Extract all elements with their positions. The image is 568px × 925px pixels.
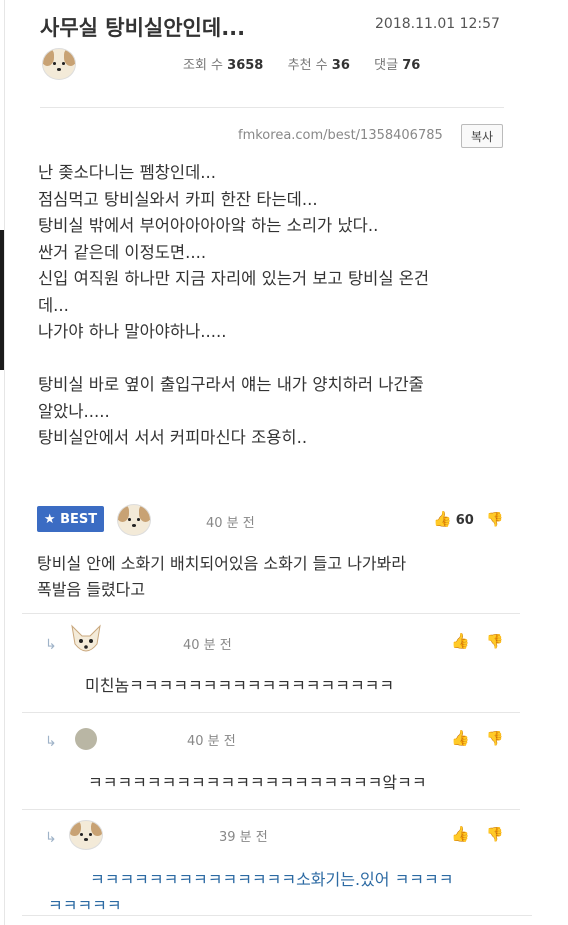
best-like-count: 60 [455, 513, 474, 528]
post-body: 난 좆소다니는 펨창인데... 점심먹고 탕비실와서 카피 한잔 타는데... … [38, 160, 508, 452]
post-url[interactable]: fmkorea.com/best/1358406785 [238, 128, 443, 143]
thumb-up-icon[interactable]: 👍 [451, 729, 470, 747]
body-line: 난 좆소다니는 펨창인데... [38, 163, 217, 182]
thumb-up-icon[interactable]: 👍 [451, 632, 470, 650]
post-date: 2018.11.01 12:57 [375, 16, 500, 32]
views-count: 3658 [227, 58, 264, 73]
thumb-down-icon[interactable]: 👎 [486, 827, 503, 843]
recommend-label: 추천 수 [287, 58, 328, 73]
body-line: 탕비실 바로 옆이 출입구라서 얘는 내가 양치하러 나간줄 [38, 375, 424, 394]
comments-count: 76 [402, 58, 421, 73]
thumb-down-icon[interactable]: 👎 [486, 634, 503, 650]
best-comment-line: 폭발음 들렸다고 [37, 580, 146, 599]
thumb-down-icon[interactable]: 👎 [486, 512, 503, 528]
copy-url-button[interactable]: 복사 [461, 124, 503, 148]
best-badge: ★ BEST [37, 506, 104, 532]
thumb-up-icon: 👍 [433, 510, 452, 528]
post-title: 사무실 탕비실안인데... [40, 16, 246, 40]
best-comment-line: 탕비실 안에 소화기 배치되어있음 소화기 들고 나가봐라 [37, 554, 407, 573]
best-comment-avatar[interactable] [117, 504, 151, 536]
thumb-down-icon[interactable]: 👎 [486, 731, 503, 747]
reply-arrow-icon: ↳ [45, 637, 57, 653]
body-line: 탕비실안에서 서서 커피마신다 조용히.. [38, 428, 308, 447]
comment-divider [22, 712, 520, 713]
reply-arrow-icon: ↳ [45, 734, 57, 750]
reply-avatar[interactable] [75, 728, 97, 750]
body-line: 탕비실 밖에서 부어아아아아앜 하는 소리가 났다.. [38, 216, 379, 235]
reply-avatar[interactable] [69, 624, 103, 658]
body-line-blank [38, 346, 508, 373]
recommend-count: 36 [331, 58, 350, 73]
body-line: 데... [38, 295, 69, 315]
comment-divider [22, 613, 520, 614]
reply-avatar[interactable] [69, 820, 103, 850]
body-line: 알았나..... [38, 401, 110, 421]
post-stats: 조회 수 3658 추천 수 36 댓글 76 [183, 54, 420, 73]
reply-time: 40 분 전 [187, 734, 236, 749]
left-border [4, 0, 5, 925]
body-line: 신입 여직원 하나만 지금 자리에 있는거 보고 탕비실 온건 [38, 269, 430, 288]
body-line: 나가야 하나 말아야하나..... [38, 322, 227, 341]
reply-text: ㅋㅋㅋㅋㅋㅋㅋㅋㅋㅋㅋㅋㅋㅋ소화기는.있어 ㅋㅋㅋㅋ ㅋㅋㅋㅋㅋ [48, 867, 518, 919]
views-label: 조회 수 [183, 58, 224, 73]
left-edge-bar [0, 230, 4, 370]
bottom-divider [22, 915, 532, 916]
best-comment-time: 40 분 전 [206, 516, 255, 531]
header-divider [40, 107, 504, 108]
reply-arrow-icon: ↳ [45, 830, 57, 846]
thumb-up-icon[interactable]: 👍 [451, 825, 470, 843]
comments-label: 댓글 [374, 58, 399, 73]
body-line: 싼거 같은데 이정도면.... [38, 242, 207, 262]
author-avatar[interactable] [42, 48, 76, 80]
reply-text-line: ㅋㅋㅋㅋㅋㅋㅋㅋㅋㅋㅋㅋㅋㅋ소화기는.있어 ㅋㅋㅋㅋ [90, 870, 454, 889]
comment-divider [22, 809, 520, 810]
reply-text: 미친놈ㅋㅋㅋㅋㅋㅋㅋㅋㅋㅋㅋㅋㅋㅋㅋㅋㅋㅋ [85, 676, 395, 695]
reply-time: 40 분 전 [183, 638, 232, 653]
reply-time: 39 분 전 [219, 830, 268, 845]
reply-text: ㅋㅋㅋㅋㅋㅋㅋㅋㅋㅋㅋㅋㅋㅋㅋㅋㅋㅋㅋㅋ앜ㅋㅋ [88, 773, 427, 792]
best-comment-text: 탕비실 안에 소화기 배치되어있음 소화기 들고 나가봐라 폭발음 들렸다고 [37, 551, 517, 603]
best-like-button[interactable]: 👍 60 [433, 510, 474, 528]
body-line: 점심먹고 탕비실와서 카피 한잔 타는데... [38, 189, 318, 209]
